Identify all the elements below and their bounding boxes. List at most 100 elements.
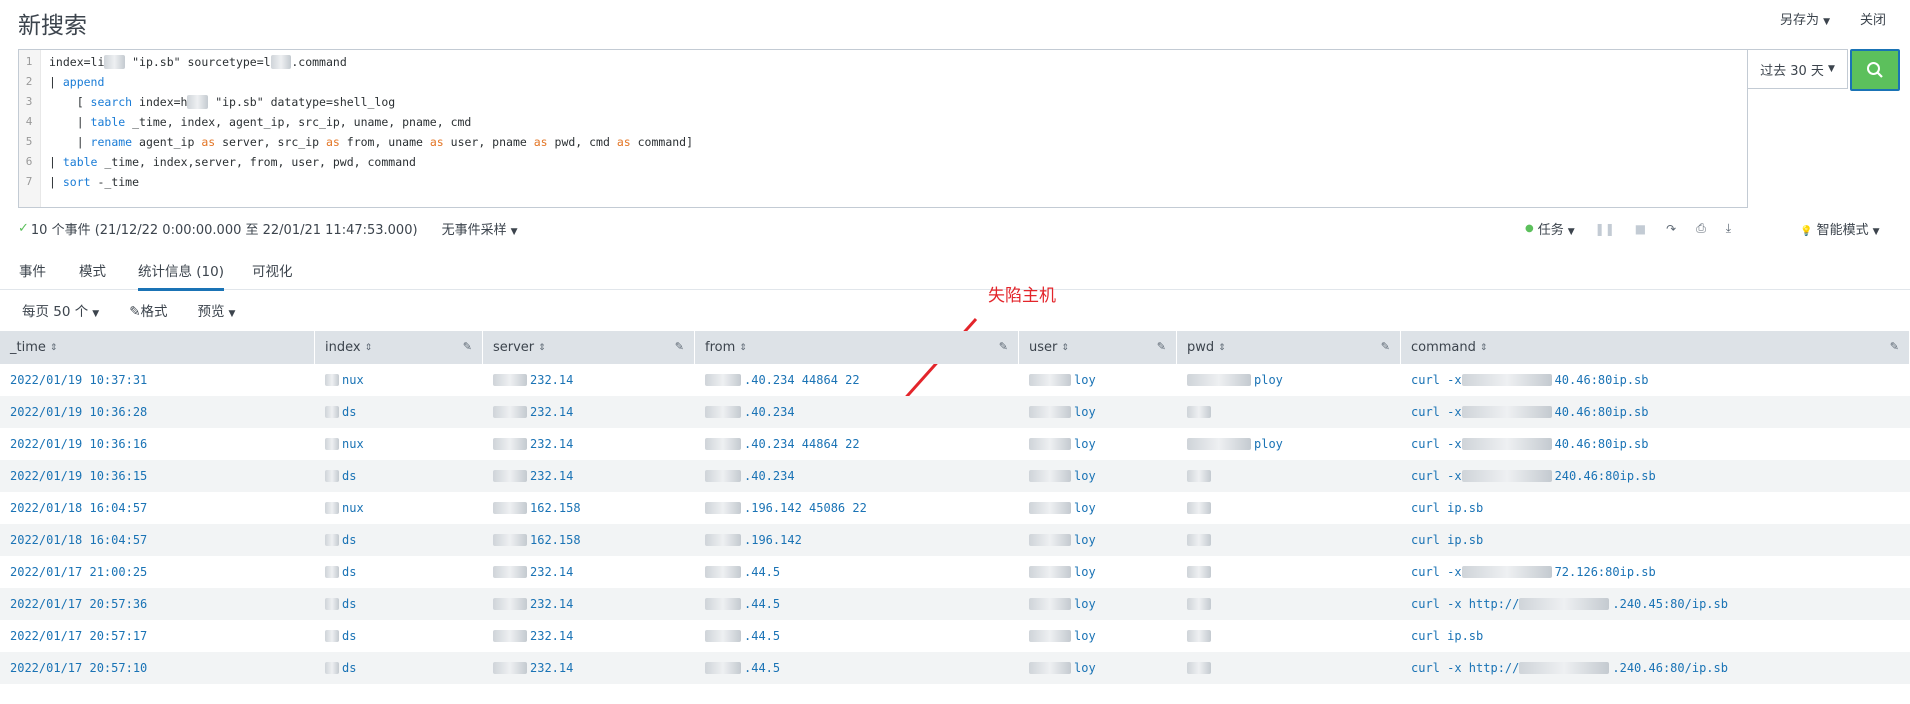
edit-column-icon[interactable]: ✎ [1890, 340, 1899, 353]
cell-command[interactable]: curl -x 240.46:80 ip.sb [1401, 460, 1910, 492]
cell-from[interactable]: .40.234 [695, 460, 1019, 492]
cell-server[interactable]: 232.14 [483, 620, 695, 652]
cell-time[interactable]: 2022/01/18 16:04:57 [0, 492, 315, 524]
cell-time[interactable]: 2022/01/17 20:57:36 [0, 588, 315, 620]
cell-user[interactable]: loy [1019, 652, 1177, 684]
cell-user[interactable]: loy [1019, 620, 1177, 652]
cell-from[interactable]: .40.234 44864 22 [695, 364, 1019, 396]
edit-column-icon[interactable]: ✎ [1381, 340, 1390, 353]
search-query-editor[interactable]: 1 2 3 4 5 6 7 index=lixxx "ip.sb" source… [18, 49, 1748, 208]
cell-time[interactable]: 2022/01/19 10:36:15 [0, 460, 315, 492]
print-icon[interactable]: ⎙ [1696, 221, 1706, 236]
cell-time[interactable]: 2022/01/17 20:57:10 [0, 652, 315, 684]
cell-from[interactable]: .44.5 [695, 556, 1019, 588]
cell-index[interactable]: nux [315, 364, 483, 396]
cell-from[interactable]: .44.5 [695, 588, 1019, 620]
cell-user[interactable]: loy [1019, 428, 1177, 460]
per-page-menu[interactable]: 每页 50 个 ▼ [22, 300, 99, 320]
cell-pwd[interactable] [1177, 396, 1401, 428]
cell-from[interactable]: .44.5 [695, 620, 1019, 652]
column-header-pwd[interactable]: pwd ⇕ ✎ [1177, 331, 1401, 364]
cell-time[interactable]: 2022/01/19 10:36:28 [0, 396, 315, 428]
edit-column-icon[interactable]: ✎ [1157, 340, 1166, 353]
cell-index[interactable]: ds [315, 620, 483, 652]
export-icon[interactable]: ⤓ [1726, 221, 1731, 236]
cell-server[interactable]: 232.14 [483, 556, 695, 588]
cell-command[interactable]: curl -x 40.46:80 ip.sb [1401, 396, 1910, 428]
cell-pwd[interactable]: ploy [1177, 428, 1401, 460]
save-as-menu[interactable]: 另存为 ▼ [1780, 9, 1830, 28]
cell-server[interactable]: 232.14 [483, 396, 695, 428]
cell-command[interactable]: curl ip.sb [1401, 620, 1910, 652]
column-header-from[interactable]: from ⇕ ✎ [695, 331, 1019, 364]
cell-command[interactable]: curl -x 72.126:80 ip.sb [1401, 556, 1910, 588]
cell-user[interactable]: loy [1019, 492, 1177, 524]
share-icon[interactable]: ↷ [1666, 222, 1676, 236]
cell-user[interactable]: loy [1019, 588, 1177, 620]
tab-visualization[interactable]: 可视化 [252, 260, 293, 280]
cell-index[interactable]: ds [315, 652, 483, 684]
cell-user[interactable]: loy [1019, 364, 1177, 396]
cell-index[interactable]: ds [315, 556, 483, 588]
cell-command[interactable]: curl -x http:// .240.45:80/ ip.sb [1401, 588, 1910, 620]
cell-server[interactable]: 232.14 [483, 588, 695, 620]
stop-icon[interactable]: ■ [1635, 222, 1646, 236]
cell-server[interactable]: 232.14 [483, 428, 695, 460]
tab-patterns[interactable]: 模式 [79, 260, 106, 280]
cell-command[interactable]: curl ip.sb [1401, 492, 1910, 524]
cell-user[interactable]: loy [1019, 460, 1177, 492]
cell-command[interactable]: curl -x http:// .240.46:80/ ip.sb [1401, 652, 1910, 684]
cell-command[interactable]: curl -x 40.46:80 ip.sb [1401, 428, 1910, 460]
cell-pwd[interactable] [1177, 620, 1401, 652]
cell-time[interactable]: 2022/01/19 10:37:31 [0, 364, 315, 396]
cell-server[interactable]: 162.158 [483, 492, 695, 524]
cell-from[interactable]: .196.142 45086 22 [695, 492, 1019, 524]
column-header-command[interactable]: command ⇕ ✎ [1401, 331, 1910, 364]
preview-menu[interactable]: 预览 ▼ [198, 300, 236, 320]
cell-index[interactable]: ds [315, 524, 483, 556]
cell-from[interactable]: .44.5 [695, 652, 1019, 684]
job-menu[interactable]: 任务 ▼ [1538, 219, 1575, 238]
cell-server[interactable]: 232.14 [483, 460, 695, 492]
edit-column-icon[interactable]: ✎ [463, 340, 472, 353]
cell-pwd[interactable] [1177, 460, 1401, 492]
cell-command[interactable]: curl -x 40.46:80 ip.sb [1401, 364, 1910, 396]
cell-pwd[interactable] [1177, 588, 1401, 620]
search-button[interactable] [1850, 49, 1900, 91]
column-header-index[interactable]: index ⇕ ✎ [315, 331, 483, 364]
search-mode-menu[interactable]: 💡 智能模式 ▼ [1800, 219, 1880, 238]
cell-index[interactable]: nux [315, 428, 483, 460]
cell-time[interactable]: 2022/01/19 10:36:16 [0, 428, 315, 460]
tab-events[interactable]: 事件 [19, 260, 46, 280]
tab-statistics[interactable]: 统计信息 (10) [138, 260, 225, 291]
cell-pwd[interactable] [1177, 556, 1401, 588]
cell-index[interactable]: nux [315, 492, 483, 524]
cell-server[interactable]: 232.14 [483, 652, 695, 684]
pause-icon[interactable]: ❚❚ [1595, 222, 1615, 236]
cell-index[interactable]: ds [315, 588, 483, 620]
cell-from[interactable]: .40.234 44864 22 [695, 428, 1019, 460]
cell-from[interactable]: .40.234 [695, 396, 1019, 428]
cell-time[interactable]: 2022/01/17 20:57:17 [0, 620, 315, 652]
format-menu[interactable]: ✎格式 [129, 300, 167, 320]
cell-pwd[interactable]: ploy [1177, 364, 1401, 396]
cell-pwd[interactable] [1177, 492, 1401, 524]
cell-index[interactable]: ds [315, 396, 483, 428]
cell-time[interactable]: 2022/01/18 16:04:57 [0, 524, 315, 556]
cell-server[interactable]: 232.14 [483, 364, 695, 396]
time-range-picker[interactable]: 过去 30 天 ▼ [1748, 49, 1848, 89]
cell-server[interactable]: 162.158 [483, 524, 695, 556]
edit-column-icon[interactable]: ✎ [675, 340, 684, 353]
cell-time[interactable]: 2022/01/17 21:00:25 [0, 556, 315, 588]
column-header-user[interactable]: user ⇕ ✎ [1019, 331, 1177, 364]
event-sampling-menu[interactable]: 无事件采样 ▼ [442, 219, 518, 238]
cell-command[interactable]: curl ip.sb [1401, 524, 1910, 556]
cell-user[interactable]: loy [1019, 396, 1177, 428]
cell-pwd[interactable] [1177, 652, 1401, 684]
column-header-server[interactable]: server ⇕ ✎ [483, 331, 695, 364]
column-header-time[interactable]: _time ⇕ [0, 331, 315, 364]
close-button[interactable]: 关闭 [1860, 9, 1886, 28]
cell-index[interactable]: ds [315, 460, 483, 492]
edit-column-icon[interactable]: ✎ [999, 340, 1008, 353]
cell-from[interactable]: .196.142 [695, 524, 1019, 556]
